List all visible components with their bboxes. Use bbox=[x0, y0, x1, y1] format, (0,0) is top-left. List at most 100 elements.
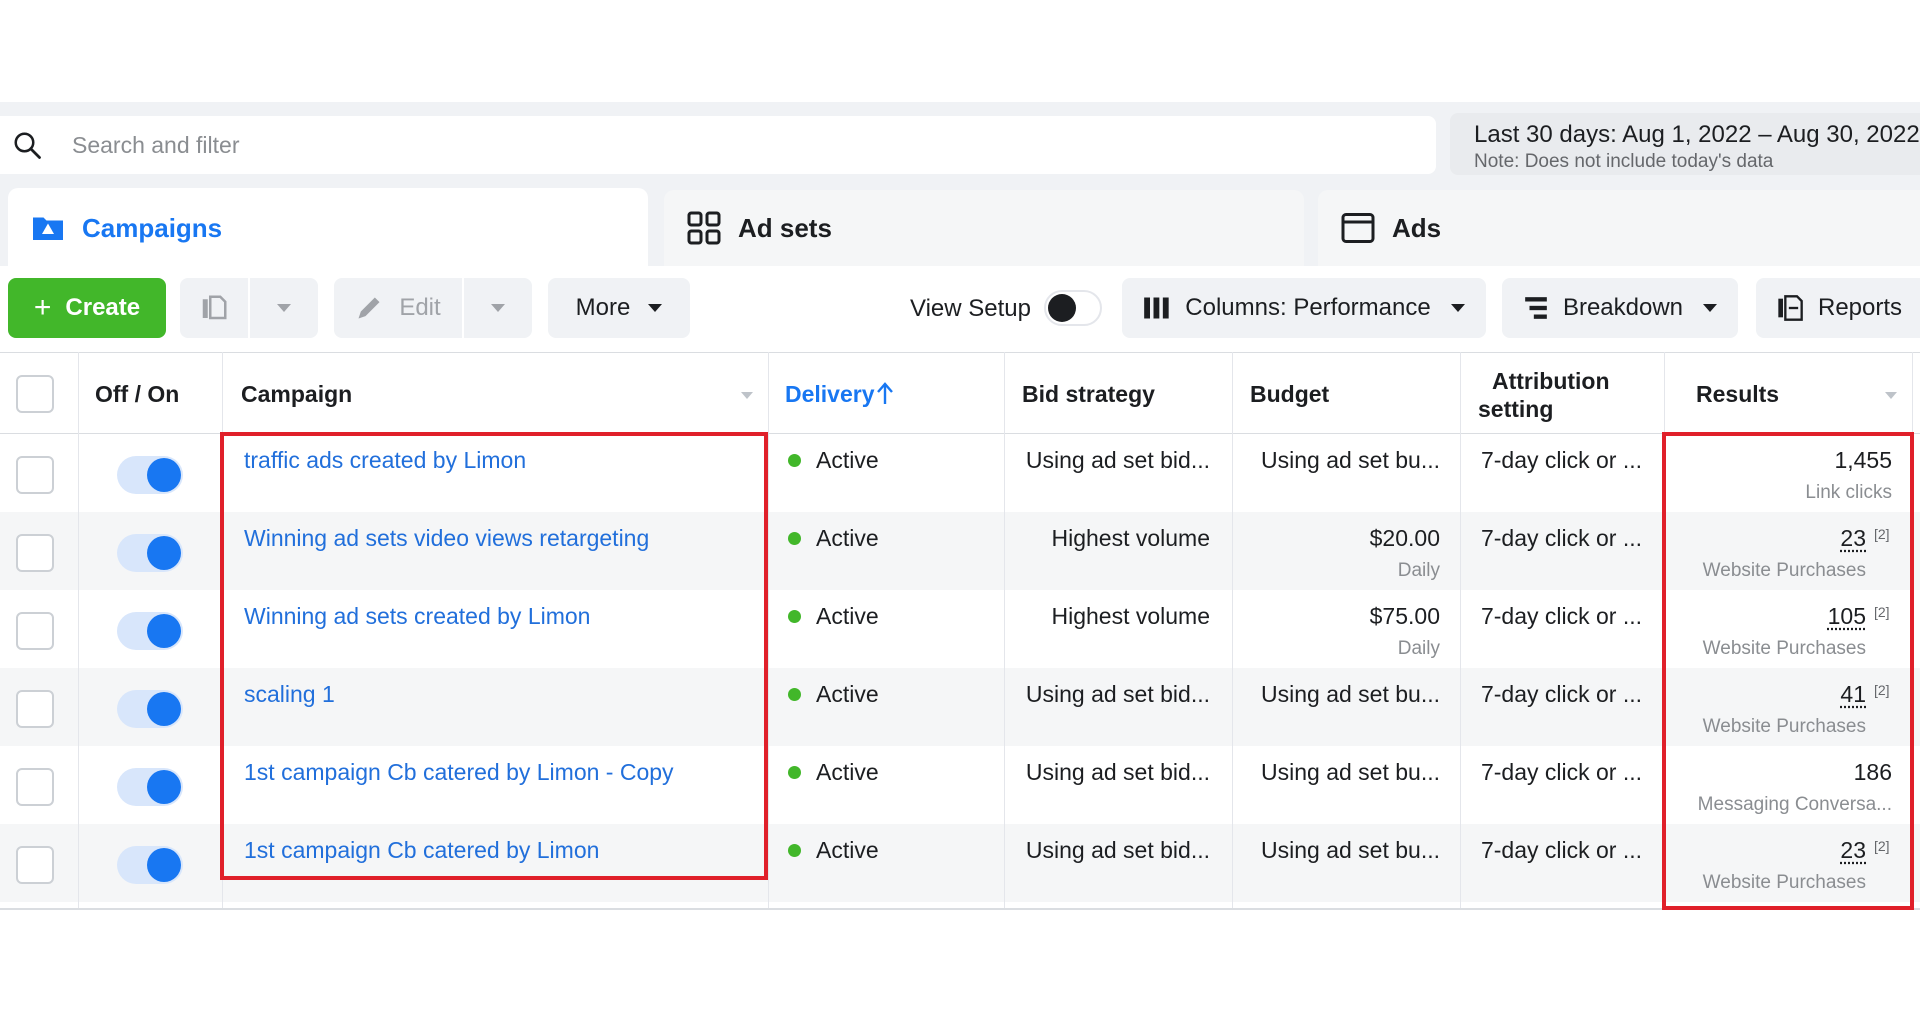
budget-value: Using ad set bu... bbox=[1261, 759, 1440, 785]
breakdown-button[interactable]: Breakdown bbox=[1502, 278, 1738, 338]
campaign-on-toggle[interactable] bbox=[117, 768, 183, 806]
toggle-knob bbox=[147, 458, 181, 492]
columns-button-label: Columns: Performance bbox=[1185, 294, 1431, 321]
header-budget[interactable]: Budget bbox=[1250, 381, 1329, 408]
sort-arrow-up-icon[interactable] bbox=[876, 382, 894, 406]
active-status-dot bbox=[788, 844, 801, 857]
active-status-dot bbox=[788, 610, 801, 623]
reports-button-label: Reports bbox=[1818, 294, 1903, 321]
bid-strategy-value: Highest volume bbox=[1051, 525, 1210, 551]
attribution-value: 7-day click or ... bbox=[1480, 759, 1642, 785]
attribution-value: 7-day click or ... bbox=[1480, 525, 1642, 551]
more-button[interactable]: More bbox=[548, 278, 690, 338]
create-button-label: Create bbox=[65, 294, 141, 321]
delivery-status: Active bbox=[816, 525, 879, 551]
delivery-status: Active bbox=[816, 603, 879, 629]
columns-icon bbox=[1144, 297, 1169, 319]
search-icon bbox=[14, 132, 41, 159]
attribution-value: 7-day click or ... bbox=[1480, 447, 1642, 473]
row-checkbox[interactable] bbox=[16, 690, 54, 728]
header-bid-strategy[interactable]: Bid strategy bbox=[1022, 381, 1155, 408]
duplicate-icon bbox=[202, 295, 227, 320]
campaign-on-toggle[interactable] bbox=[117, 690, 183, 728]
budget-value: $20.00 bbox=[1369, 525, 1440, 551]
header-attribution-line1[interactable]: Attribution bbox=[1492, 368, 1610, 395]
grid-icon bbox=[687, 211, 721, 245]
tab-campaigns[interactable]: Campaigns bbox=[8, 188, 648, 268]
view-setup-label: View Setup bbox=[910, 295, 1031, 322]
edit-dropdown[interactable] bbox=[464, 278, 532, 338]
tab-ad-sets-label: Ad sets bbox=[738, 212, 832, 243]
folder-icon bbox=[33, 217, 63, 240]
sort-caret-icon[interactable] bbox=[740, 391, 754, 401]
date-range-picker[interactable]: Last 30 days: Aug 1, 2022 – Aug 30, 2022… bbox=[1450, 113, 1920, 175]
toggle-knob bbox=[147, 614, 181, 648]
date-range-note: Note: Does not include today's data bbox=[1474, 151, 1774, 172]
row-checkbox[interactable] bbox=[16, 846, 54, 884]
chevron-down-icon bbox=[277, 304, 291, 312]
search-input[interactable] bbox=[70, 130, 1374, 160]
campaign-highlight-box bbox=[220, 432, 768, 880]
column-divider bbox=[1004, 352, 1005, 910]
campaign-on-toggle[interactable] bbox=[117, 846, 183, 884]
budget-value: Using ad set bu... bbox=[1261, 837, 1440, 863]
duplicate-button[interactable] bbox=[180, 278, 248, 338]
bid-strategy-value: Using ad set bid... bbox=[1025, 759, 1210, 785]
search-bar[interactable] bbox=[0, 116, 1436, 174]
tab-ad-sets[interactable]: Ad sets bbox=[664, 190, 1304, 266]
edit-button[interactable]: Edit bbox=[334, 278, 462, 338]
header-delivery[interactable]: Delivery bbox=[785, 381, 875, 408]
row-checkbox[interactable] bbox=[16, 534, 54, 572]
row-checkbox[interactable] bbox=[16, 456, 54, 494]
tab-campaigns-label: Campaigns bbox=[82, 212, 223, 243]
ad-window-icon bbox=[1341, 213, 1375, 243]
date-range-label: Last 30 days: Aug 1, 2022 – Aug 30, 2022 bbox=[1474, 121, 1920, 148]
budget-period: Daily bbox=[1397, 560, 1440, 581]
active-status-dot bbox=[788, 766, 801, 779]
create-button[interactable]: + Create bbox=[8, 278, 166, 338]
toggle-knob bbox=[147, 692, 181, 726]
budget-period: Daily bbox=[1397, 638, 1440, 659]
active-status-dot bbox=[788, 532, 801, 545]
delivery-status: Active bbox=[816, 759, 879, 785]
table-bottom-border bbox=[0, 908, 1920, 910]
active-status-dot bbox=[788, 454, 801, 467]
header-results[interactable]: Results bbox=[1696, 381, 1779, 408]
chevron-down-icon bbox=[1450, 304, 1465, 312]
row-checkbox[interactable] bbox=[16, 612, 54, 650]
attribution-value: 7-day click or ... bbox=[1480, 681, 1642, 707]
bid-strategy-value: Using ad set bid... bbox=[1025, 681, 1210, 707]
chevron-down-icon bbox=[648, 304, 663, 312]
campaign-on-toggle[interactable] bbox=[117, 612, 183, 650]
results-highlight-box bbox=[1662, 432, 1914, 910]
select-all-checkbox[interactable] bbox=[16, 375, 54, 413]
delivery-status: Active bbox=[816, 447, 879, 473]
columns-button[interactable]: Columns: Performance bbox=[1122, 278, 1486, 338]
toggle-knob bbox=[147, 770, 181, 804]
header-off-on[interactable]: Off / On bbox=[95, 381, 179, 408]
more-button-label: More bbox=[575, 294, 631, 321]
reports-button[interactable]: Reports bbox=[1756, 278, 1920, 338]
delivery-status: Active bbox=[816, 681, 879, 707]
header-attribution-line2[interactable]: setting bbox=[1478, 396, 1553, 423]
row-checkbox[interactable] bbox=[16, 768, 54, 806]
chevron-down-icon bbox=[491, 304, 505, 312]
toggle-knob bbox=[147, 848, 181, 882]
budget-value: Using ad set bu... bbox=[1261, 681, 1440, 707]
plus-icon: + bbox=[33, 291, 52, 324]
view-setup-toggle[interactable] bbox=[1044, 290, 1102, 326]
campaign-on-toggle[interactable] bbox=[117, 456, 183, 494]
duplicate-dropdown[interactable] bbox=[250, 278, 318, 338]
breakdown-button-label: Breakdown bbox=[1562, 294, 1684, 321]
tab-ads[interactable]: Ads bbox=[1318, 190, 1920, 266]
column-divider bbox=[1460, 352, 1461, 910]
header-campaign[interactable]: Campaign bbox=[241, 381, 352, 408]
reports-icon bbox=[1778, 295, 1803, 321]
column-divider bbox=[768, 352, 769, 910]
campaign-on-toggle[interactable] bbox=[117, 534, 183, 572]
active-status-dot bbox=[788, 688, 801, 701]
column-divider bbox=[78, 352, 79, 910]
edit-button-label: Edit bbox=[399, 294, 441, 321]
bid-strategy-value: Using ad set bid... bbox=[1025, 837, 1210, 863]
sort-caret-icon[interactable] bbox=[1884, 391, 1898, 401]
